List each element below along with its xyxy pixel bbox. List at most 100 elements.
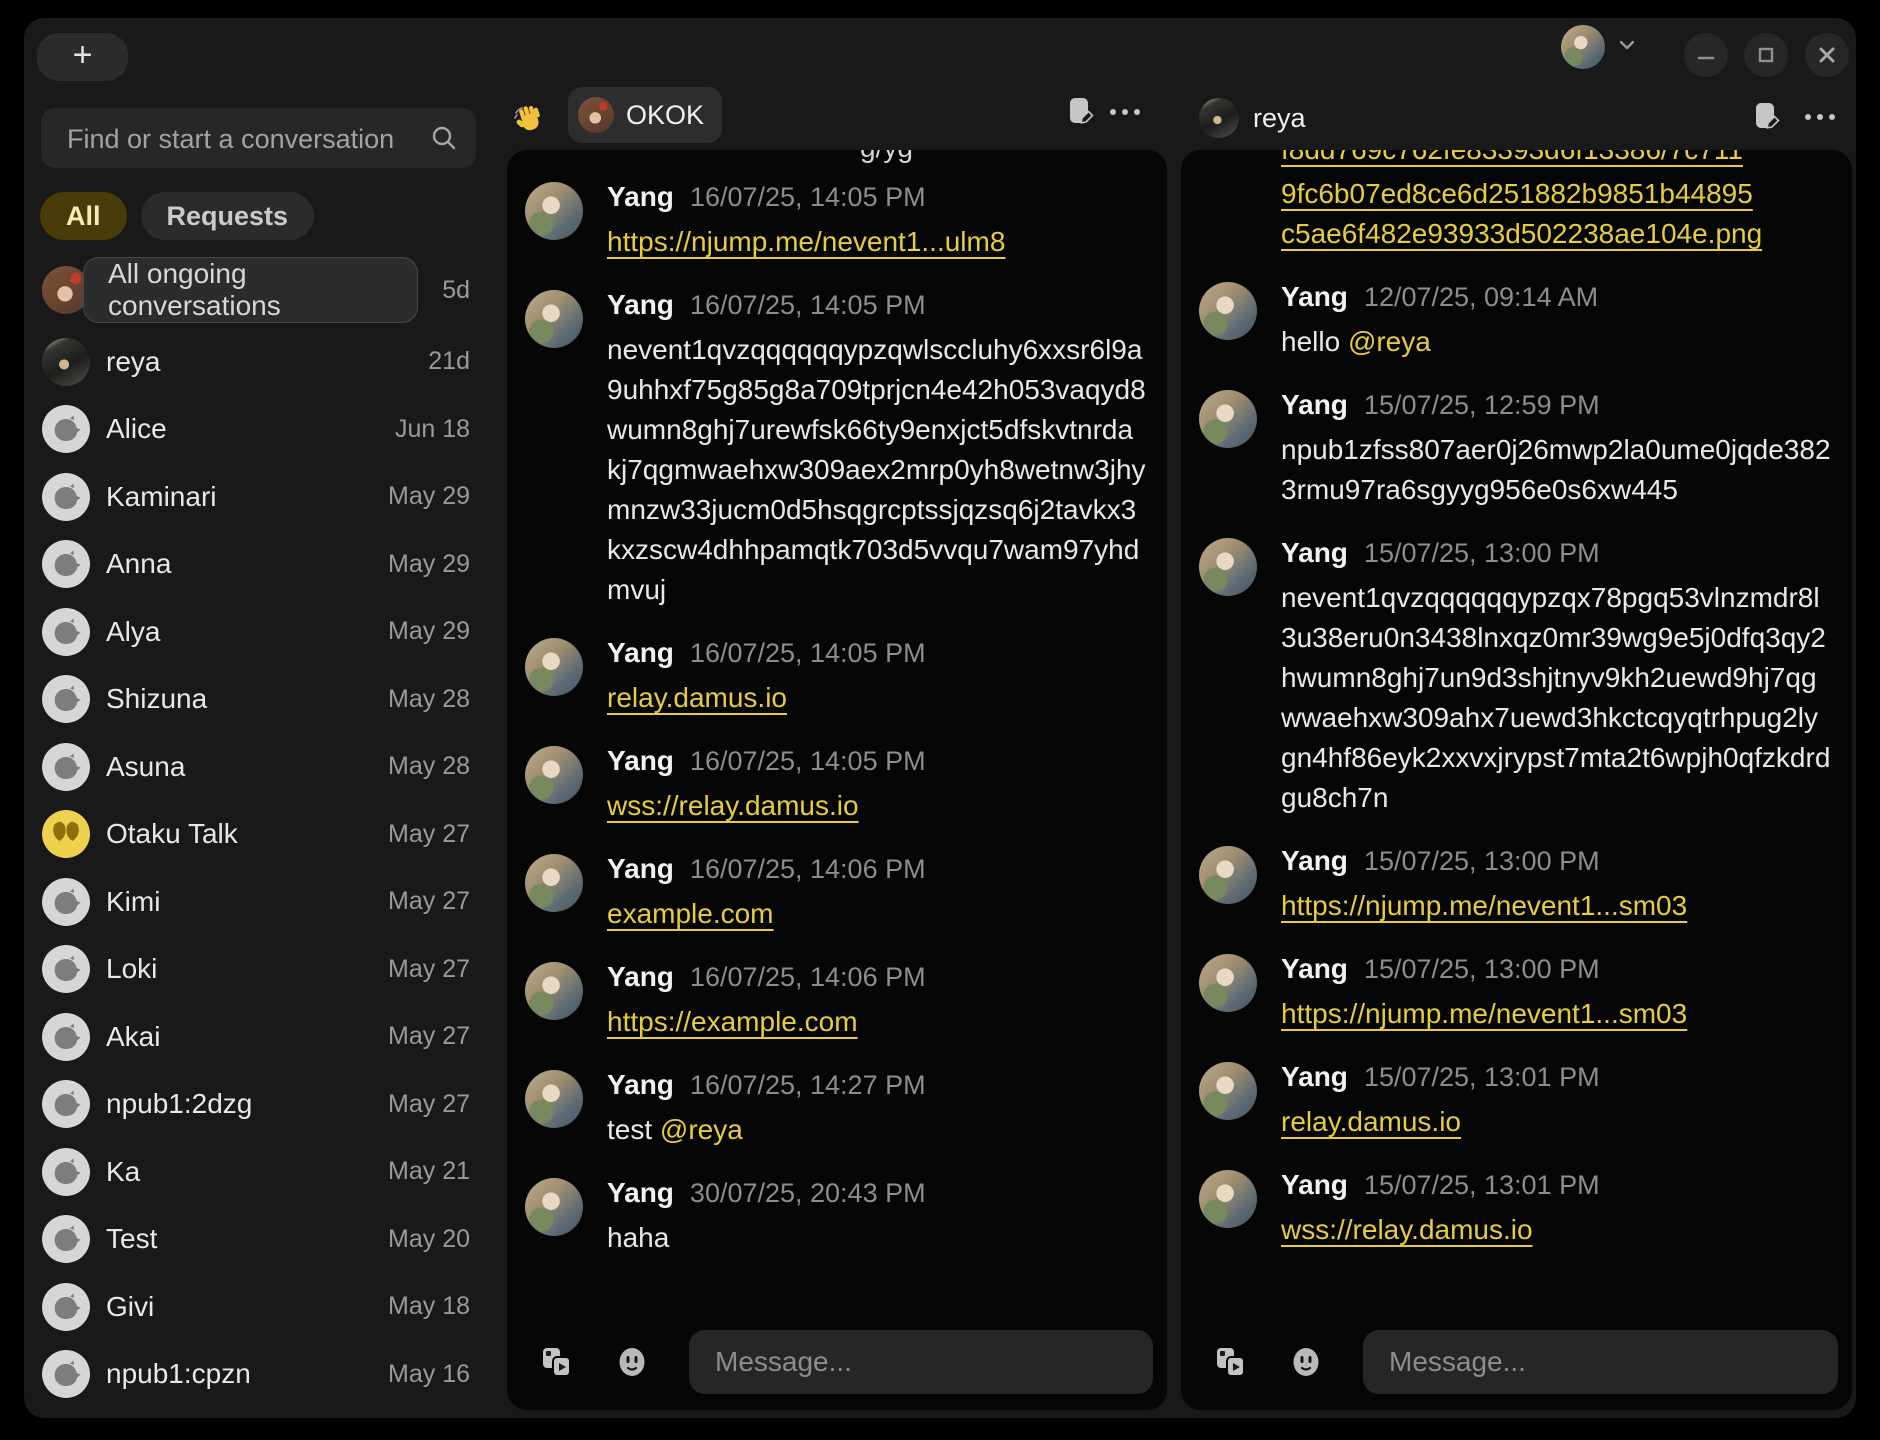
message-link[interactable]: 9fc6b07ed8ce6d251882b9851b44895 xyxy=(1281,178,1753,209)
attach-media-button[interactable] xyxy=(1209,1341,1253,1385)
message-link[interactable]: https://example.com xyxy=(607,1006,858,1037)
app-window: + All Re xyxy=(24,18,1856,1418)
message-input-row xyxy=(507,1330,1167,1396)
conversation-row[interactable]: LokiMay 27 xyxy=(24,936,490,1004)
avatar xyxy=(42,1013,90,1061)
conversation-time: May 28 xyxy=(388,752,470,781)
avatar xyxy=(42,878,90,926)
maximize-icon xyxy=(1756,45,1776,65)
message-link[interactable]: wss://relay.damus.io xyxy=(1281,1214,1533,1245)
search-input[interactable] xyxy=(65,108,419,170)
message: Yang15/07/25, 13:00 PMnevent1qvzqqqqqqyp… xyxy=(1199,536,1832,818)
message-timestamp: 30/07/25, 20:43 PM xyxy=(690,1176,926,1210)
message-link[interactable]: relay.damus.io xyxy=(607,682,787,713)
conversation-time: May 29 xyxy=(388,550,470,579)
search-bar xyxy=(41,108,476,168)
more-options-button[interactable] xyxy=(1103,90,1147,134)
conversation-time: May 27 xyxy=(388,1022,470,1051)
avatar xyxy=(1199,954,1257,1012)
mention[interactable]: @reya xyxy=(1348,326,1431,357)
filter-all[interactable]: All xyxy=(40,192,127,240)
conversation-row[interactable]: GiviMay 18 xyxy=(24,1273,490,1341)
conversation-name: Otaku Talk xyxy=(106,818,238,850)
message: Yang16/07/25, 14:27 PMtest @reya xyxy=(525,1068,1147,1150)
maximize-button[interactable] xyxy=(1744,33,1788,77)
media-icon xyxy=(1213,1344,1249,1383)
notes-button[interactable] xyxy=(1058,90,1102,134)
avatar xyxy=(1199,538,1257,596)
message-list[interactable]: f8dd769c762fe83393d6f13386/7c711 9fc6b07e… xyxy=(1199,150,1832,1314)
chat-title-button[interactable]: reya xyxy=(1199,98,1306,138)
message-list[interactable]: g/ygYang16/07/25, 14:05 PMhttps://njump.… xyxy=(525,150,1147,1314)
filter-all-label: All xyxy=(66,201,101,232)
avatar xyxy=(42,540,90,588)
avatar xyxy=(42,473,90,521)
filter-requests-label: Requests xyxy=(167,201,289,232)
emoji-icon xyxy=(615,1345,649,1382)
filter-requests[interactable]: Requests xyxy=(141,192,315,240)
avatar xyxy=(1199,846,1257,904)
tooltip: All ongoing conversations xyxy=(83,257,418,323)
chat-title-button[interactable]: OKOK xyxy=(568,87,722,143)
conversation-row[interactable]: AlyaMay 29 xyxy=(24,598,490,666)
account-menu-button[interactable] xyxy=(1561,25,1637,69)
avatar xyxy=(1199,390,1257,448)
emoji-icon xyxy=(1289,1345,1323,1382)
minimize-icon xyxy=(1696,45,1716,65)
conversation-row[interactable]: KaMay 21 xyxy=(24,1138,490,1206)
message-link[interactable]: https://njump.me/nevent1...ulm8 xyxy=(607,226,1005,257)
conversation-row[interactable]: npub1:cpznMay 16 xyxy=(24,1341,490,1409)
conversation-row[interactable]: AsunaMay 28 xyxy=(24,733,490,801)
emoji-button[interactable] xyxy=(1284,1341,1328,1385)
more-options-button[interactable] xyxy=(1798,95,1842,139)
conversation-list[interactable]: reya21dAliceJun 18KaminariMay 29AnnaMay … xyxy=(24,328,490,1418)
message-timestamp: 16/07/25, 14:27 PM xyxy=(690,1068,926,1102)
conversation-row[interactable]: TestMay 20 xyxy=(24,1206,490,1274)
minimize-button[interactable] xyxy=(1684,33,1728,77)
message: Yang16/07/25, 14:06 PMhttps://example.co… xyxy=(525,960,1147,1042)
conversation-row[interactable]: KaminariMay 29 xyxy=(24,463,490,531)
message-text: npub1zfss807aer0j26mwp2la0ume0jqde3823rm… xyxy=(1281,434,1831,505)
notes-button[interactable] xyxy=(1744,95,1788,139)
message-input[interactable] xyxy=(689,1330,1153,1394)
conversation-name: Kimi xyxy=(106,886,160,918)
avatar xyxy=(578,97,614,133)
message-link[interactable]: wss://relay.damus.io xyxy=(607,790,859,821)
message-input[interactable] xyxy=(1363,1330,1838,1394)
message-author: Yang xyxy=(1281,388,1348,422)
conversation-row[interactable]: AliceJun 18 xyxy=(24,396,490,464)
conversation-row[interactable]: AnnaMay 29 xyxy=(24,531,490,599)
message-text: nevent1qvzqqqqqqypzqx78pgq53vlnzmdr8l3u3… xyxy=(1281,582,1830,813)
message-link[interactable]: example.com xyxy=(607,898,774,929)
message-timestamp: 15/07/25, 13:00 PM xyxy=(1364,952,1600,986)
message-timestamp: 15/07/25, 12:59 PM xyxy=(1364,388,1600,422)
message-link[interactable]: relay.damus.io xyxy=(1281,1106,1461,1137)
avatar xyxy=(42,1215,90,1263)
attach-media-button[interactable] xyxy=(535,1341,579,1385)
message-link[interactable]: https://njump.me/nevent1...sm03 xyxy=(1281,890,1687,921)
conversation-time: May 20 xyxy=(388,1225,470,1254)
message: Yang15/07/25, 13:01 PMrelay.damus.io xyxy=(1199,1060,1832,1142)
message-author: Yang xyxy=(607,180,674,214)
emoji-button[interactable] xyxy=(610,1341,654,1385)
conversation-row[interactable]: Otaku Talk May 27 xyxy=(24,801,490,869)
conversation-row[interactable]: AkaiMay 27 xyxy=(24,1003,490,1071)
conversation-row[interactable]: KimiMay 27 xyxy=(24,868,490,936)
conversation-time: May 27 xyxy=(388,820,470,849)
conversation-row[interactable]: ShizunaMay 28 xyxy=(24,666,490,734)
sidebar: All Requests 5d All ongoing conversation… xyxy=(24,78,490,1418)
chat-panel-okok: g/ygYang16/07/25, 14:05 PMhttps://njump.… xyxy=(507,150,1167,1410)
message-author: Yang xyxy=(607,288,674,322)
message-author: Yang xyxy=(607,744,674,778)
conversation-time: May 27 xyxy=(388,1090,470,1119)
close-button[interactable] xyxy=(1805,33,1849,77)
new-conversation-button[interactable]: + xyxy=(37,33,128,81)
message-link[interactable]: f8dd769c762fe83393d6f13386/7c711 xyxy=(1281,150,1743,170)
conversation-row[interactable]: reya21d xyxy=(24,328,490,396)
message-link[interactable]: c5ae6f482e93933d502238ae104e.png xyxy=(1281,218,1762,249)
mention[interactable]: @reya xyxy=(660,1114,743,1145)
conversation-time: May 18 xyxy=(388,1292,470,1321)
conversation-row[interactable]: npub1:2dzgMay 27 xyxy=(24,1071,490,1139)
message-link[interactable]: https://njump.me/nevent1...sm03 xyxy=(1281,998,1687,1029)
conversation-time: Jun 18 xyxy=(395,415,470,444)
